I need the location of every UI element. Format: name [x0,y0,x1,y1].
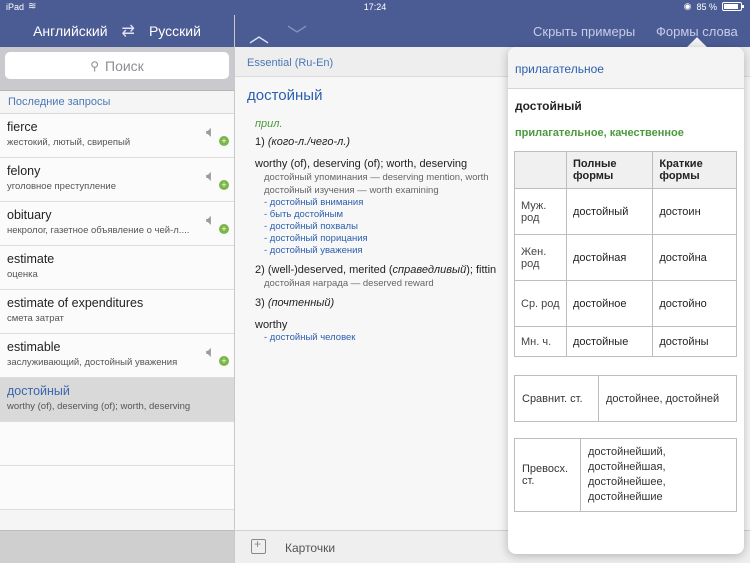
speaker-icon[interactable]: 🔈︎ + [206,344,229,366]
battery-percent: 85 % [696,1,717,12]
superlative-table: Превосх. ст. достойнейший, достойнейшая,… [514,438,737,512]
comparative-table: Сравнит. ст. достойнее, достойней [514,375,737,422]
sense-gloss: (кого-л./чего-л.) [267,136,351,148]
main-navbar: ︿ ﹀ Скрыть примеры Формы слова [235,15,750,47]
full-form: достойная [565,234,654,281]
superlative-line: достойнейший, [588,446,666,458]
table-row: Превосх. ст. достойнейший, достойнейшая,… [514,438,737,512]
download-sound-icon: + [219,136,229,146]
sense-2-part: 2) (well-)deserved, merited ( [255,264,393,276]
history-translation: worthy (of), deserving (of); worth, dese… [7,401,191,412]
sense-gloss: (почтенный) [267,297,335,309]
short-form: достоин [652,188,737,235]
history-word: estimate of expenditures [7,296,144,310]
table-corner [514,151,567,189]
hide-examples-button[interactable]: Скрыть примеры [533,24,635,39]
history-item[interactable]: estimable заслуживающий, достойный уваже… [0,334,234,378]
history-panel: Английский ⇄ Русский ⚲ Поиск Последние з… [0,15,235,563]
full-form: достойные [565,326,654,357]
history-item[interactable]: fierce жестокий, лютый, свирепый 🔈︎ + [0,114,234,158]
history-word: felony [7,164,41,178]
empty-row [0,466,234,510]
comparative-form: достойнее, достойней [598,375,737,422]
speaker-icon[interactable]: 🔈︎ + [206,212,229,234]
popover-title: прилагательное [508,47,744,89]
column-header: Краткие формы [652,151,737,189]
chevron-up-icon[interactable]: ︿ [249,19,269,48]
short-form: достойно [652,280,737,327]
row-label: Жен. род [514,234,567,281]
history-translation: некролог, газетное объявление о чей-л...… [7,225,190,236]
short-form: достойны [652,326,737,357]
table-row: Ср. род достойное достойно [514,280,737,327]
sense-number: 3) [255,297,268,309]
history-translation: заслуживающий, достойный уважения [7,357,178,368]
superlative-line: достойнейшие [588,491,663,503]
history-word: достойный [7,384,70,398]
history-item-selected[interactable]: достойный worthy (of), deserving (of); w… [0,378,234,422]
table-row: Жен. род достойная достойна [514,234,737,281]
forms-headword: достойный [515,99,582,113]
sense-2-gloss: справедливый [392,264,467,276]
search-icon: ⚲ [90,58,99,73]
history-list: fierce жестокий, лютый, свирепый 🔈︎ + fel… [0,114,234,422]
history-word: fierce [7,120,38,134]
forms-category: прилагательное, качественное [515,127,684,139]
full-form: достойный [565,188,654,235]
recent-queries-heading: Последние запросы [0,91,234,114]
short-form: достойна [652,234,737,281]
table-row: Сравнит. ст. достойнее, достойней [514,375,737,422]
table-row: Муж. род достойный достоин [514,188,737,235]
search-placeholder: Поиск [105,57,144,74]
location-icon: ◉ [683,1,692,11]
table-row: Мн. ч. достойные достойны [514,326,737,357]
search-input[interactable]: ⚲ Поиск [5,52,229,79]
row-label: Превосх. ст. [514,438,581,512]
sense-number: 1) [255,136,268,148]
word-forms-popover: прилагательное достойный прилагательное,… [508,47,744,554]
language-bar: Английский ⇄ Русский [0,15,234,47]
column-header: Полные формы [565,151,654,189]
table-header-row: Полные формы Краткие формы [514,151,737,189]
row-label: Ср. род [514,280,567,327]
history-translation: жестокий, лютый, свирепый [7,137,131,148]
download-sound-icon: + [219,180,229,190]
history-translation: уголовное преступление [7,181,116,192]
swap-languages-icon[interactable]: ⇄ [122,21,135,41]
speaker-icon[interactable]: 🔈︎ + [206,124,229,146]
history-item[interactable]: estimate оценка [0,246,234,290]
history-word: obituary [7,208,52,222]
history-translation: оценка [7,269,38,280]
search-bar: ⚲ Поиск [0,47,234,91]
cards-button[interactable]: Карточки [285,541,335,555]
row-label: Мн. ч. [514,326,567,357]
superlative-line: достойнейшая, [588,461,666,473]
row-label: Муж. род [514,188,567,235]
row-label: Сравнит. ст. [514,375,599,422]
history-item[interactable]: obituary некролог, газетное объявление о… [0,202,234,246]
forms-table: Полные формы Краткие формы Муж. род дост… [514,151,737,357]
battery-icon [722,2,744,11]
history-item[interactable]: felony уголовное преступление 🔈︎ + [0,158,234,202]
sense-2-part: ); fittin [466,264,497,276]
status-bar: iPad ≋ 17:24 ◉ 85 % [0,0,750,15]
chevron-down-icon[interactable]: ﹀ [287,19,307,48]
target-language-button[interactable]: Русский [149,23,201,39]
full-form: достойное [565,280,654,327]
source-language-button[interactable]: Английский [33,23,107,39]
add-card-icon[interactable] [251,537,266,554]
empty-row [0,422,234,466]
download-sound-icon: + [219,356,229,366]
speaker-icon[interactable]: 🔈︎ + [206,168,229,190]
superlative-line: достойнейшее, [588,476,666,488]
history-translation: смета затрат [7,313,64,324]
history-word: estimate [7,252,55,266]
clock: 17:24 [363,2,387,12]
history-item[interactable]: estimate of expenditures смета затрат [0,290,234,334]
history-word: estimable [7,340,61,354]
superlative-form: достойнейший, достойнейшая, достойнейшее… [580,438,737,512]
download-sound-icon: + [219,224,229,234]
left-toolbar [0,530,234,563]
